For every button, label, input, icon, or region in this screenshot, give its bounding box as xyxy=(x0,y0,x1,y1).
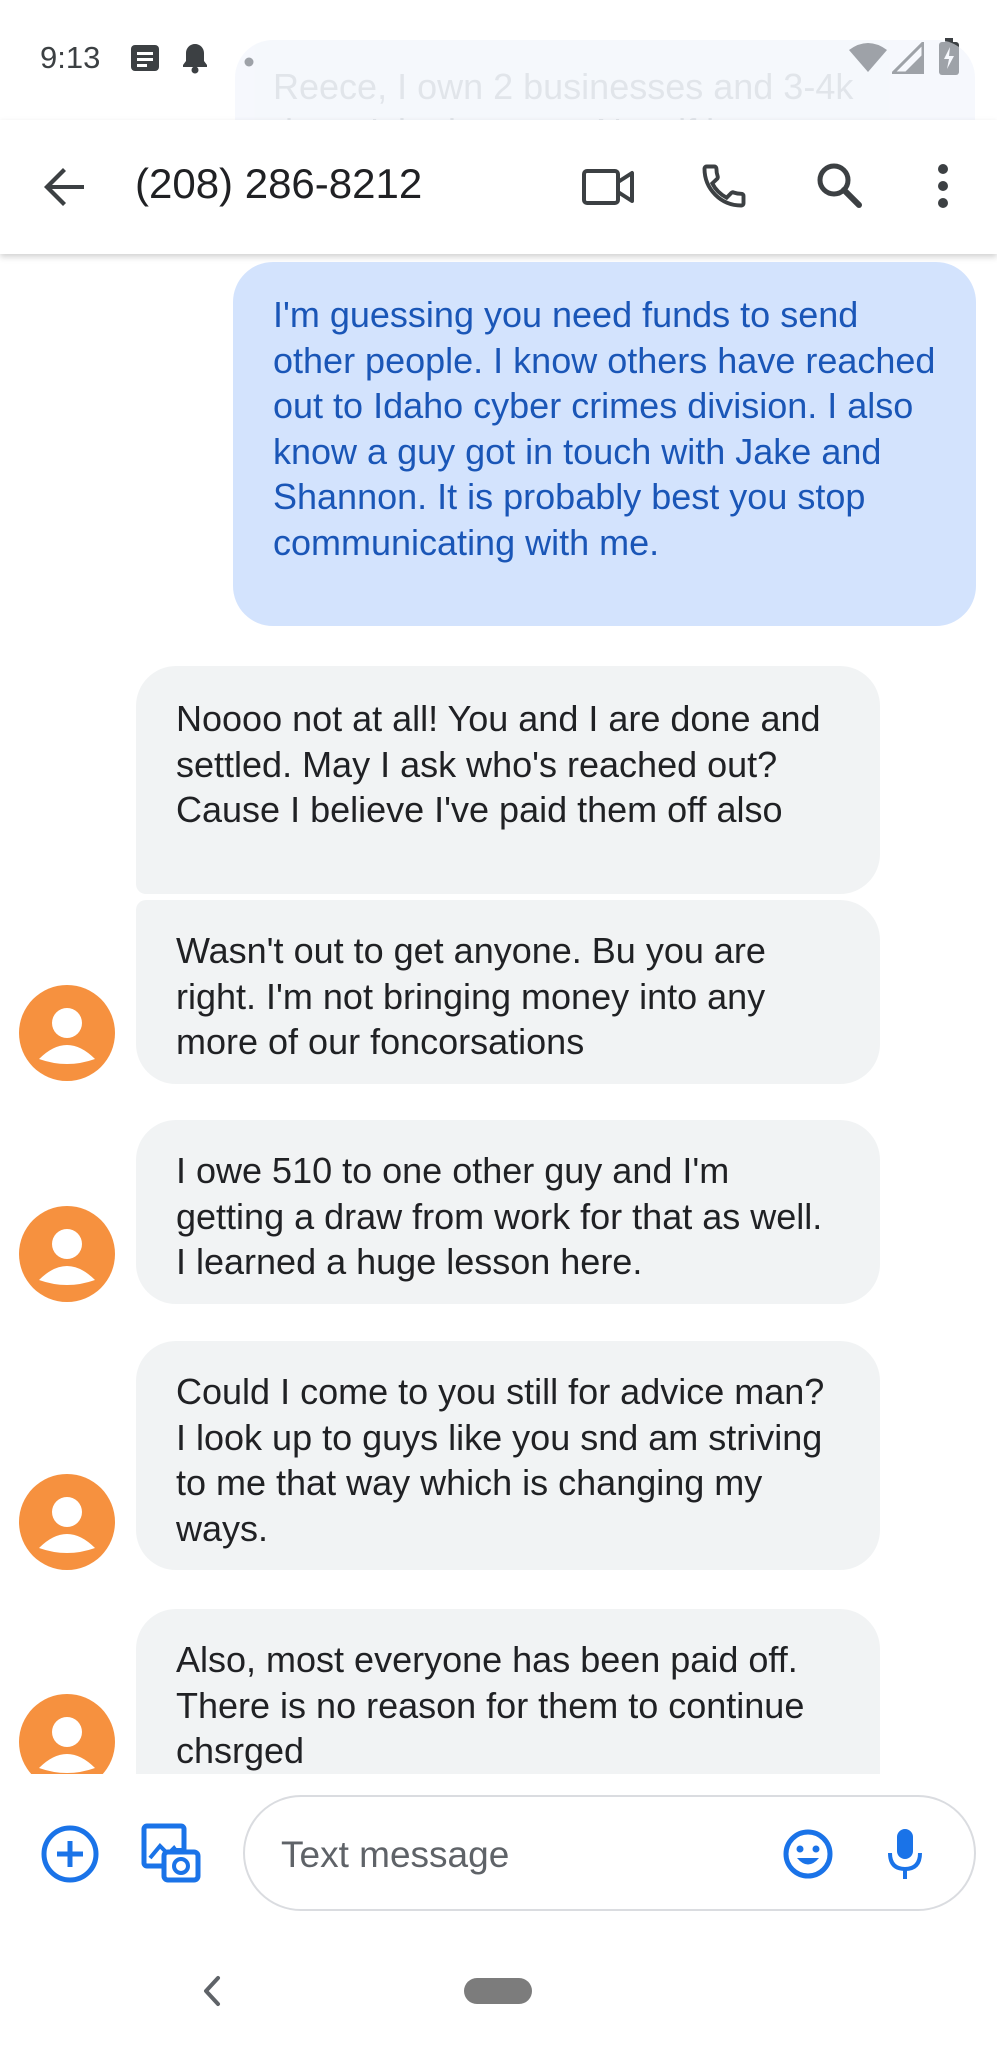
nav-back-icon[interactable] xyxy=(200,1972,224,2015)
more-vert-icon[interactable] xyxy=(930,163,956,214)
compose-field[interactable] xyxy=(243,1795,976,1911)
contact-avatar[interactable] xyxy=(19,1694,115,1774)
contact-avatar[interactable] xyxy=(19,985,115,1081)
emoji-icon[interactable] xyxy=(781,1827,835,1886)
video-call-icon[interactable] xyxy=(580,164,638,215)
phone-icon[interactable] xyxy=(698,160,750,217)
search-icon[interactable] xyxy=(814,160,864,215)
back-arrow-icon[interactable] xyxy=(40,162,90,217)
microphone-icon[interactable] xyxy=(885,1827,925,1888)
message-bubble-outgoing[interactable]: I'm guessing you need funds to send othe… xyxy=(233,262,976,626)
status-time: 9:13 xyxy=(40,40,101,75)
message-bubble-incoming[interactable]: I owe 510 to one other guy and I'm getti… xyxy=(136,1120,880,1304)
message-bubble-incoming[interactable]: Could I come to you still for advice man… xyxy=(136,1341,880,1570)
message-bubble-incoming[interactable]: Wasn't out to get anyone. Bu you are rig… xyxy=(136,900,880,1084)
message-bubble-incoming[interactable]: Also, most everyone has been paid off. T… xyxy=(136,1609,880,1774)
home-gesture-pill[interactable] xyxy=(464,1978,532,2004)
message-notification-icon xyxy=(130,44,160,77)
contact-avatar[interactable] xyxy=(19,1206,115,1302)
message-list[interactable]: I'm guessing you need funds to send othe… xyxy=(0,254,997,1774)
message-bubble-incoming[interactable]: Noooo not at all! You and I are done and… xyxy=(136,666,880,894)
add-attachment-icon[interactable] xyxy=(40,1824,100,1889)
contact-title: (208) 286-8212 xyxy=(135,160,423,207)
contact-avatar[interactable] xyxy=(19,1474,115,1570)
gallery-camera-icon[interactable] xyxy=(140,1822,202,1889)
bell-notification-icon xyxy=(180,42,210,79)
message-input[interactable] xyxy=(279,1827,783,1883)
